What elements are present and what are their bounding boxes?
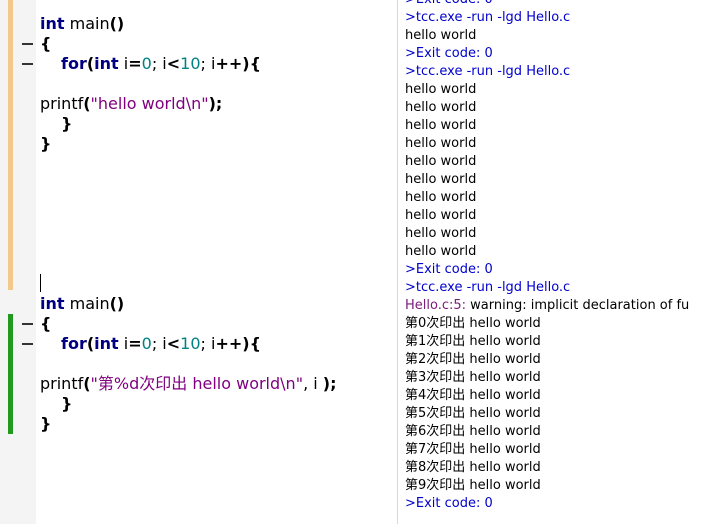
keyword-token: int [94, 334, 119, 353]
punct-token: ); [322, 374, 337, 393]
keyword-token: int [40, 14, 65, 33]
output-line[interactable]: 第1次印出 hello world [405, 333, 541, 351]
punct-token: ++ [215, 334, 243, 353]
punct-token: ); [208, 94, 223, 113]
code-line[interactable]: { [40, 314, 51, 334]
code-line[interactable]: int main() [40, 14, 124, 34]
fold-marker-icon[interactable] [22, 323, 33, 325]
code-line[interactable]: } [40, 414, 51, 434]
keyword-token: for [61, 334, 87, 353]
identifier-token: i [118, 334, 129, 353]
identifier-token: , i [303, 374, 323, 393]
output-line[interactable]: hello world [405, 189, 476, 207]
number-token: 0 [141, 334, 152, 353]
output-line[interactable]: hello world [405, 117, 476, 135]
output-line[interactable]: >tcc.exe -run -lgd Hello.c [405, 63, 570, 81]
text-caret [40, 274, 41, 292]
saved-change-bar [8, 0, 13, 290]
warning-message: warning: implicit declaration of fu [466, 298, 690, 313]
punct-token: = [128, 334, 142, 353]
output-line[interactable]: hello world [405, 99, 476, 117]
number-token: 10 [180, 334, 201, 353]
code-line[interactable]: printf("第%d次印出 hello world\n", i ); [40, 374, 336, 394]
punct-token: } [40, 414, 52, 433]
identifier-token: main [64, 294, 110, 313]
fold-marker-icon[interactable] [22, 63, 33, 65]
output-line[interactable]: >tcc.exe -run -lgd Hello.c [405, 279, 570, 297]
fold-marker-icon[interactable] [22, 43, 33, 45]
output-line[interactable]: 第9次印出 hello world [405, 477, 541, 495]
punct-token: () [109, 294, 125, 313]
output-line[interactable]: Hello.c:5: warning: implicit declaration… [405, 297, 689, 315]
output-line[interactable]: 第2次印出 hello world [405, 351, 541, 369]
keyword-token: int [40, 294, 65, 313]
code-line[interactable]: int main() [40, 294, 124, 314]
punct-token: < [166, 54, 181, 73]
punct-token: ){ [242, 334, 261, 353]
punct-token: ; [200, 334, 211, 353]
punct-token: ; [151, 334, 163, 353]
punct-token: ( [83, 94, 91, 113]
punct-token: = [128, 54, 142, 73]
output-line[interactable]: 第4次印出 hello world [405, 387, 541, 405]
punct-token: ++ [215, 54, 243, 73]
punct-token: () [109, 14, 125, 33]
margin-gutter[interactable] [0, 0, 36, 524]
output-line[interactable]: hello world [405, 171, 476, 189]
punct-token: } [61, 394, 73, 413]
output-pane[interactable]: >Exit code: 0>tcc.exe -run -lgd Hello.ch… [398, 0, 704, 524]
output-line[interactable]: hello world [405, 27, 476, 45]
output-line[interactable]: 第3次印出 hello world [405, 369, 541, 387]
output-line[interactable]: 第0次印出 hello world [405, 315, 541, 333]
punct-token: } [61, 114, 73, 133]
scite-window: int main() { for(int i=0; i<10; i++){ pr… [0, 0, 704, 524]
warning-location: Hello.c:5: [405, 298, 467, 313]
keyword-token: int [94, 54, 119, 73]
identifier-token: i [118, 54, 129, 73]
punct-token: { [40, 34, 52, 53]
output-line[interactable]: hello world [405, 81, 476, 99]
code-line[interactable]: } [61, 394, 72, 414]
output-line[interactable]: >Exit code: 0 [405, 45, 493, 63]
identifier-token: printf [40, 374, 84, 393]
code-editor[interactable]: int main() { for(int i=0; i<10; i++){ pr… [0, 0, 398, 524]
punct-token: ( [83, 374, 91, 393]
punct-token: { [40, 314, 52, 333]
output-line[interactable]: hello world [405, 153, 476, 171]
output-line[interactable]: >Exit code: 0 [405, 0, 493, 9]
code-line[interactable]: } [61, 114, 72, 134]
output-line[interactable]: hello world [405, 225, 476, 243]
punct-token: } [40, 134, 52, 153]
output-line[interactable]: hello world [405, 207, 476, 225]
output-line[interactable]: >Exit code: 0 [405, 261, 493, 279]
code-line[interactable]: printf("hello world\n"); [40, 94, 222, 114]
string-token: "hello world\n" [90, 94, 209, 113]
output-line[interactable]: >Exit code: 0 [405, 495, 493, 513]
output-line[interactable]: 第8次印出 hello world [405, 459, 541, 477]
output-line[interactable]: hello world [405, 243, 476, 261]
code-line[interactable]: { [40, 34, 51, 54]
modified-change-bar [8, 314, 13, 434]
code-line[interactable]: } [40, 134, 51, 154]
number-token: 10 [180, 54, 201, 73]
output-line[interactable]: 第6次印出 hello world [405, 423, 541, 441]
output-line[interactable]: 第7次印出 hello world [405, 441, 541, 459]
output-line[interactable]: hello world [405, 135, 476, 153]
keyword-token: for [61, 54, 87, 73]
punct-token: ){ [242, 54, 261, 73]
string-token: "第%d次印出 hello world\n" [90, 374, 304, 393]
identifier-token: main [64, 14, 110, 33]
fold-marker-icon[interactable] [22, 343, 33, 345]
code-line[interactable]: for(int i=0; i<10; i++){ [61, 334, 261, 354]
punct-token: < [166, 334, 181, 353]
punct-token: ; [200, 54, 211, 73]
output-line[interactable]: >tcc.exe -run -lgd Hello.c [405, 9, 570, 27]
identifier-token: printf [40, 94, 84, 113]
number-token: 0 [141, 54, 152, 73]
output-line[interactable]: 第5次印出 hello world [405, 405, 541, 423]
punct-token: ; [151, 54, 163, 73]
code-line[interactable]: for(int i=0; i<10; i++){ [61, 54, 261, 74]
